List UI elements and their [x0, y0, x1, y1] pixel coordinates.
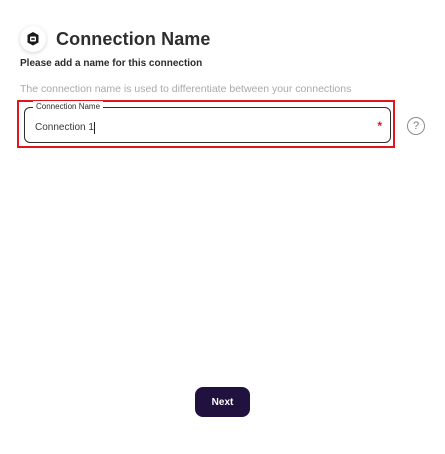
- connection-name-label: Connection Name: [33, 101, 104, 113]
- connection-name-value: Connection 1: [35, 122, 94, 133]
- question-mark-icon[interactable]: ?: [407, 117, 425, 135]
- page-title: Connection Name: [56, 28, 211, 49]
- next-button[interactable]: Next: [195, 387, 250, 417]
- page-header: Connection Name: [20, 26, 211, 52]
- connection-logo-icon: [20, 26, 46, 52]
- page-subtitle: Please add a name for this connection: [20, 58, 203, 69]
- required-marker: *: [377, 119, 382, 133]
- connection-name-input[interactable]: Connection 1: [35, 122, 95, 134]
- help-glyph: ?: [412, 120, 420, 132]
- text-caret: [93, 122, 95, 134]
- helper-text: The connection name is used to different…: [20, 83, 352, 95]
- connection-name-field[interactable]: Connection Name Connection 1 *: [24, 101, 391, 143]
